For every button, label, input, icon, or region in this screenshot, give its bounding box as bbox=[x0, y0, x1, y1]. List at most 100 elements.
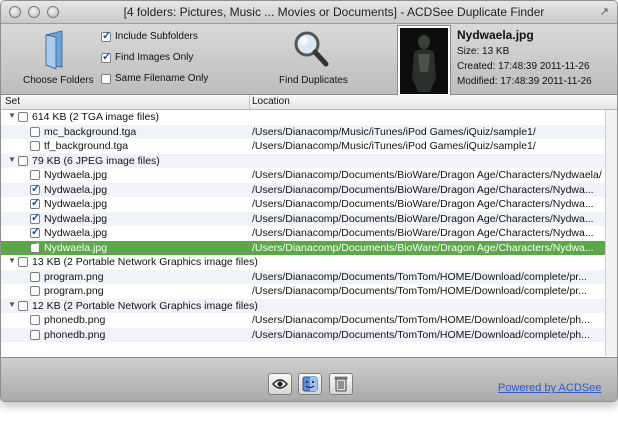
file-name: phonedb.png bbox=[44, 328, 106, 341]
file-checkbox[interactable] bbox=[30, 225, 40, 238]
eye-icon bbox=[272, 379, 288, 389]
file-row[interactable]: Nydwaela.jpg/Users/Dianacomp/Documents/B… bbox=[1, 240, 605, 255]
preview-created: Created: 17:48:39 2011-11-26 bbox=[457, 61, 590, 72]
reveal-in-finder-button[interactable] bbox=[298, 373, 322, 395]
file-row[interactable]: Nydwaela.jpg/Users/Dianacomp/Documents/B… bbox=[1, 211, 605, 226]
file-name: program.png bbox=[44, 270, 104, 283]
location-column-header[interactable]: Location bbox=[252, 96, 290, 107]
file-checkbox[interactable] bbox=[30, 141, 40, 151]
window-title: [4 folders: Pictures, Music ... Movies o… bbox=[123, 5, 545, 19]
file-checkbox[interactable] bbox=[30, 126, 40, 137]
preview-modified: Modified: 17:48:39 2011-11-26 bbox=[457, 76, 592, 87]
file-row[interactable]: program.png/Users/Dianacomp/Documents/To… bbox=[1, 284, 605, 299]
group-row[interactable]: ▼ 79 KB (6 JPEG image files) bbox=[1, 153, 605, 168]
column-divider[interactable] bbox=[249, 95, 250, 109]
choose-folders-button[interactable]: Choose Folders bbox=[19, 28, 94, 90]
file-location: /Users/Dianacomp/Music/iTunes/iPod Games… bbox=[252, 125, 536, 138]
file-row[interactable]: Nydwaela.jpg/Users/Dianacomp/Documents/B… bbox=[1, 182, 605, 197]
trash-button[interactable] bbox=[329, 373, 353, 395]
file-location: /Users/Dianacomp/Documents/BioWare/Drago… bbox=[252, 227, 594, 239]
file-name: Nydwaela.jpg bbox=[44, 169, 108, 181]
disclosure-triangle-icon[interactable]: ▼ bbox=[8, 300, 16, 309]
file-checkbox[interactable] bbox=[30, 170, 40, 180]
file-name: Nydwaela.jpg bbox=[44, 183, 108, 196]
file-name: Nydwaela.jpg bbox=[44, 212, 108, 225]
file-name: Nydwaela.jpg bbox=[44, 241, 108, 254]
file-checkbox[interactable] bbox=[30, 182, 40, 195]
file-name: Nydwaela.jpg bbox=[44, 198, 108, 210]
find-images-only-option[interactable]: Find Images Only bbox=[101, 50, 193, 63]
file-row[interactable]: Nydwaela.jpg/Users/Dianacomp/Documents/B… bbox=[1, 225, 605, 241]
group-checkbox[interactable] bbox=[18, 112, 28, 122]
file-row[interactable]: phonedb.png/Users/Dianacomp/Documents/To… bbox=[1, 313, 605, 328]
file-location: /Users/Dianacomp/Documents/TomTom/HOME/D… bbox=[252, 328, 590, 341]
find-images-only-checkbox[interactable] bbox=[101, 50, 111, 63]
file-location: /Users/Dianacomp/Documents/BioWare/Drago… bbox=[252, 241, 594, 254]
file-location: /Users/Dianacomp/Documents/BioWare/Drago… bbox=[252, 183, 594, 196]
choose-folders-label: Choose Folders bbox=[23, 75, 94, 86]
include-subfolders-label: Include Subfolders bbox=[115, 31, 198, 42]
file-checkbox[interactable] bbox=[30, 240, 40, 253]
file-checkbox[interactable] bbox=[30, 271, 40, 282]
same-filename-only-option[interactable]: Same Filename Only bbox=[101, 73, 208, 84]
vertical-scrollbar[interactable] bbox=[605, 110, 617, 356]
close-button[interactable] bbox=[9, 6, 21, 18]
file-location: /Users/Dianacomp/Documents/TomTom/HOME/D… bbox=[252, 314, 590, 326]
file-name: tf_background.tga bbox=[44, 140, 129, 152]
file-row[interactable]: tf_background.tga/Users/Dianacomp/Music/… bbox=[1, 139, 605, 154]
same-filename-only-label: Same Filename Only bbox=[115, 73, 209, 84]
app-window: [4 folders: Pictures, Music ... Movies o… bbox=[0, 0, 618, 402]
same-filename-only-checkbox[interactable] bbox=[101, 73, 111, 84]
set-column-header[interactable]: Set bbox=[5, 96, 20, 107]
preview-thumbnail bbox=[398, 26, 450, 96]
duplicates-list: ▼ 614 KB (2 TGA image files) mc_background… bbox=[1, 110, 605, 356]
file-location: /Users/Dianacomp/Documents/TomTom/HOME/D… bbox=[252, 285, 587, 297]
disclosure-triangle-icon[interactable]: ▼ bbox=[8, 155, 16, 164]
group-row[interactable]: ▼ 12 KB (2 Portable Network Graphics imag… bbox=[1, 298, 605, 313]
file-name: Nydwaela.jpg bbox=[44, 227, 108, 239]
title-bar: [4 folders: Pictures, Music ... Movies o… bbox=[1, 1, 617, 24]
toolbar: Choose Folders Include Subfolders Find I… bbox=[1, 24, 617, 96]
preview-filename: Nydwaela.jpg bbox=[457, 28, 534, 42]
file-location: /Users/Dianacomp/Documents/TomTom/HOME/D… bbox=[252, 270, 587, 283]
file-row[interactable]: mc_background.tga/Users/Dianacomp/Music/… bbox=[1, 124, 605, 139]
file-row[interactable]: Nydwaela.jpg/Users/Dianacomp/Documents/B… bbox=[1, 168, 605, 183]
folder-icon bbox=[45, 30, 63, 70]
file-location: /Users/Dianacomp/Documents/BioWare/Drago… bbox=[252, 198, 594, 210]
file-checkbox[interactable] bbox=[30, 196, 40, 209]
column-headers: Set Location bbox=[1, 95, 617, 110]
file-location: /Users/Dianacomp/Documents/BioWare/Drago… bbox=[252, 212, 594, 225]
zoom-button[interactable] bbox=[47, 6, 59, 18]
group-checkbox[interactable] bbox=[18, 300, 28, 311]
file-row[interactable]: phonedb.png/Users/Dianacomp/Documents/To… bbox=[1, 327, 605, 342]
group-checkbox[interactable] bbox=[18, 155, 28, 166]
group-row[interactable]: ▼ 13 KB (2 Portable Network Graphics imag… bbox=[1, 255, 605, 270]
file-name: program.png bbox=[44, 285, 104, 297]
group-label: 79 KB (6 JPEG image files) bbox=[32, 154, 160, 167]
include-subfolders-checkbox[interactable] bbox=[101, 29, 111, 42]
file-row[interactable]: program.png/Users/Dianacomp/Documents/To… bbox=[1, 269, 605, 284]
fullscreen-icon[interactable]: ↗ bbox=[600, 5, 609, 18]
group-label: 12 KB (2 Portable Network Graphics image… bbox=[32, 299, 258, 312]
bottom-bar: Powered by ACDSee bbox=[1, 357, 617, 401]
preview-size: Size: 13 KB bbox=[457, 46, 510, 57]
character-image bbox=[400, 28, 448, 94]
file-checkbox[interactable] bbox=[30, 286, 40, 296]
minimize-button[interactable] bbox=[28, 6, 40, 18]
disclosure-triangle-icon[interactable]: ▼ bbox=[8, 256, 16, 265]
find-duplicates-button[interactable]: Find Duplicates bbox=[273, 28, 349, 90]
disclosure-triangle-icon[interactable]: ▼ bbox=[8, 111, 16, 120]
magnifier-icon bbox=[294, 31, 329, 67]
include-subfolders-option[interactable]: Include Subfolders bbox=[101, 29, 198, 42]
view-button[interactable] bbox=[268, 373, 292, 395]
file-name: mc_background.tga bbox=[44, 125, 137, 138]
group-label: 614 KB (2 TGA image files) bbox=[32, 111, 160, 123]
group-checkbox[interactable] bbox=[18, 257, 28, 267]
file-row[interactable]: Nydwaela.jpg/Users/Dianacomp/Documents/B… bbox=[1, 196, 605, 212]
find-duplicates-label: Find Duplicates bbox=[279, 75, 348, 86]
group-row[interactable]: ▼ 614 KB (2 TGA image files) bbox=[1, 110, 605, 125]
powered-by-link[interactable]: Powered by ACDSee bbox=[498, 382, 601, 394]
file-checkbox[interactable] bbox=[30, 329, 40, 340]
file-checkbox[interactable] bbox=[30, 211, 40, 224]
file-checkbox[interactable] bbox=[30, 315, 40, 325]
